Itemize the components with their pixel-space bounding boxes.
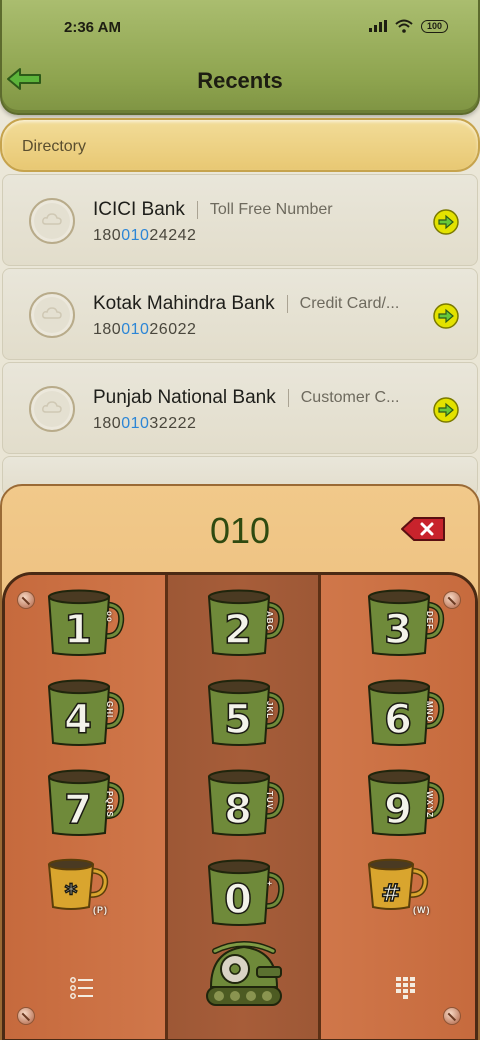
key-letters: TUV — [265, 791, 274, 810]
key-digit: 3 — [383, 606, 412, 654]
key-digit: 4 — [63, 696, 92, 744]
key-digit: 6 — [383, 696, 412, 744]
key-letters: (W) — [413, 905, 431, 915]
list-item[interactable]: Kotak Mahindra Bank Credit Card/... 1800… — [2, 268, 478, 360]
key-digit: 8 — [223, 786, 252, 834]
avatar — [29, 292, 75, 338]
dialer-screen: 2:36 AM 100 Recents Directory ICICI Bank… — [0, 0, 480, 1040]
screw-icon — [17, 1007, 35, 1025]
contact-number: 18001026022 — [93, 321, 197, 338]
wifi-icon — [395, 19, 413, 33]
key-9-button[interactable]: 9 WXYZ — [365, 767, 445, 843]
contact-tag: Credit Card/... — [299, 295, 400, 312]
separator — [286, 295, 288, 313]
status-icons: 100 — [368, 19, 448, 33]
list-item[interactable]: ICICI Bank Toll Free Number 18001024242 — [2, 174, 478, 266]
contact-name: ICICI Bank — [93, 199, 185, 220]
number-match: 010 — [121, 415, 150, 432]
contact-name: Punjab National Bank — [93, 387, 276, 408]
key-letters: DEF — [425, 611, 434, 630]
key-4-button[interactable]: 4 GHI — [45, 677, 125, 753]
page-title: Recents — [197, 68, 283, 93]
number-match: 010 — [121, 321, 150, 338]
signal-icon — [368, 20, 387, 32]
key-7-button[interactable]: 7 PQRS — [45, 767, 125, 843]
key-letters: WXYZ — [425, 791, 434, 819]
separator — [196, 201, 198, 219]
backspace-icon[interactable] — [400, 516, 446, 542]
key-digit: 5 — [223, 696, 252, 744]
key-digit: 0 — [223, 876, 252, 924]
contact-tag: Customer C... — [300, 389, 400, 406]
key-digit: * — [64, 878, 78, 908]
directory-bar[interactable]: Directory — [0, 118, 480, 172]
contact-list: ICICI Bank Toll Free Number 18001024242 … — [0, 174, 480, 498]
keypad: 1 oo 2 ABC 3 DEF 4 GHI 5 JKL 6 MNO 7 PQRS 8 TUV 9 WXYZ * (P… — [2, 572, 478, 1040]
screw-icon — [17, 591, 35, 609]
directory-label: Directory — [22, 138, 87, 155]
key-star-button[interactable]: * (P) — [45, 857, 125, 933]
contact-tag: Toll Free Number — [209, 201, 333, 218]
key-3-button[interactable]: 3 DEF — [365, 587, 445, 663]
key-1-button[interactable]: 1 oo — [45, 587, 125, 663]
key-2-button[interactable]: 2 ABC — [205, 587, 285, 663]
key-digit: 9 — [383, 786, 412, 834]
contact-number: 18001024242 — [93, 227, 197, 244]
cloud-icon — [42, 307, 62, 319]
key-hash-button[interactable]: # (W) — [365, 857, 445, 933]
key-digit: 1 — [63, 606, 92, 654]
app-header: 2:36 AM 100 Recents — [0, 0, 480, 115]
call-arrow-icon[interactable] — [433, 303, 459, 329]
battery-indicator: 100 — [420, 19, 448, 33]
number-match: 010 — [121, 227, 150, 244]
contact-number: 18001032222 — [93, 415, 197, 432]
key-digit: # — [380, 878, 402, 908]
list-item[interactable]: Punjab National Bank Customer C... 18001… — [2, 362, 478, 454]
key-letters: PQRS — [105, 791, 114, 818]
status-time: 2:36 AM — [64, 19, 121, 36]
call-tank-button-icon[interactable] — [201, 937, 287, 1013]
cloud-icon — [42, 401, 62, 413]
key-letters: ABC — [265, 611, 274, 632]
key-5-button[interactable]: 5 JKL — [205, 677, 285, 753]
key-letters: + — [265, 881, 274, 887]
list-menu-icon[interactable] — [69, 975, 95, 1001]
key-digit: 7 — [63, 786, 92, 834]
dial-panel: 010 1 oo 2 ABC 3 DEF 4 GHI 5 JKL 6 MNO 7 PQRS 8 TUV 9 WXY… — [0, 484, 480, 1040]
dialpad-grid-icon[interactable] — [393, 975, 419, 1001]
separator — [287, 389, 289, 407]
cloud-icon — [42, 213, 62, 225]
screw-icon — [443, 591, 461, 609]
avatar — [29, 386, 75, 432]
screw-icon — [443, 1007, 461, 1025]
key-digit: 2 — [223, 606, 252, 654]
key-letters: GHI — [105, 701, 114, 719]
call-arrow-icon[interactable] — [433, 397, 459, 423]
key-0-button[interactable]: 0 + — [205, 857, 285, 933]
key-6-button[interactable]: 6 MNO — [365, 677, 445, 753]
key-letters: MNO — [425, 701, 434, 723]
key-letters: (P) — [93, 905, 108, 915]
key-8-button[interactable]: 8 TUV — [205, 767, 285, 843]
call-arrow-icon[interactable] — [433, 209, 459, 235]
contact-name: Kotak Mahindra Bank — [93, 293, 275, 314]
key-letters: JKL — [265, 701, 274, 720]
avatar — [29, 198, 75, 244]
key-letters: oo — [105, 611, 114, 623]
